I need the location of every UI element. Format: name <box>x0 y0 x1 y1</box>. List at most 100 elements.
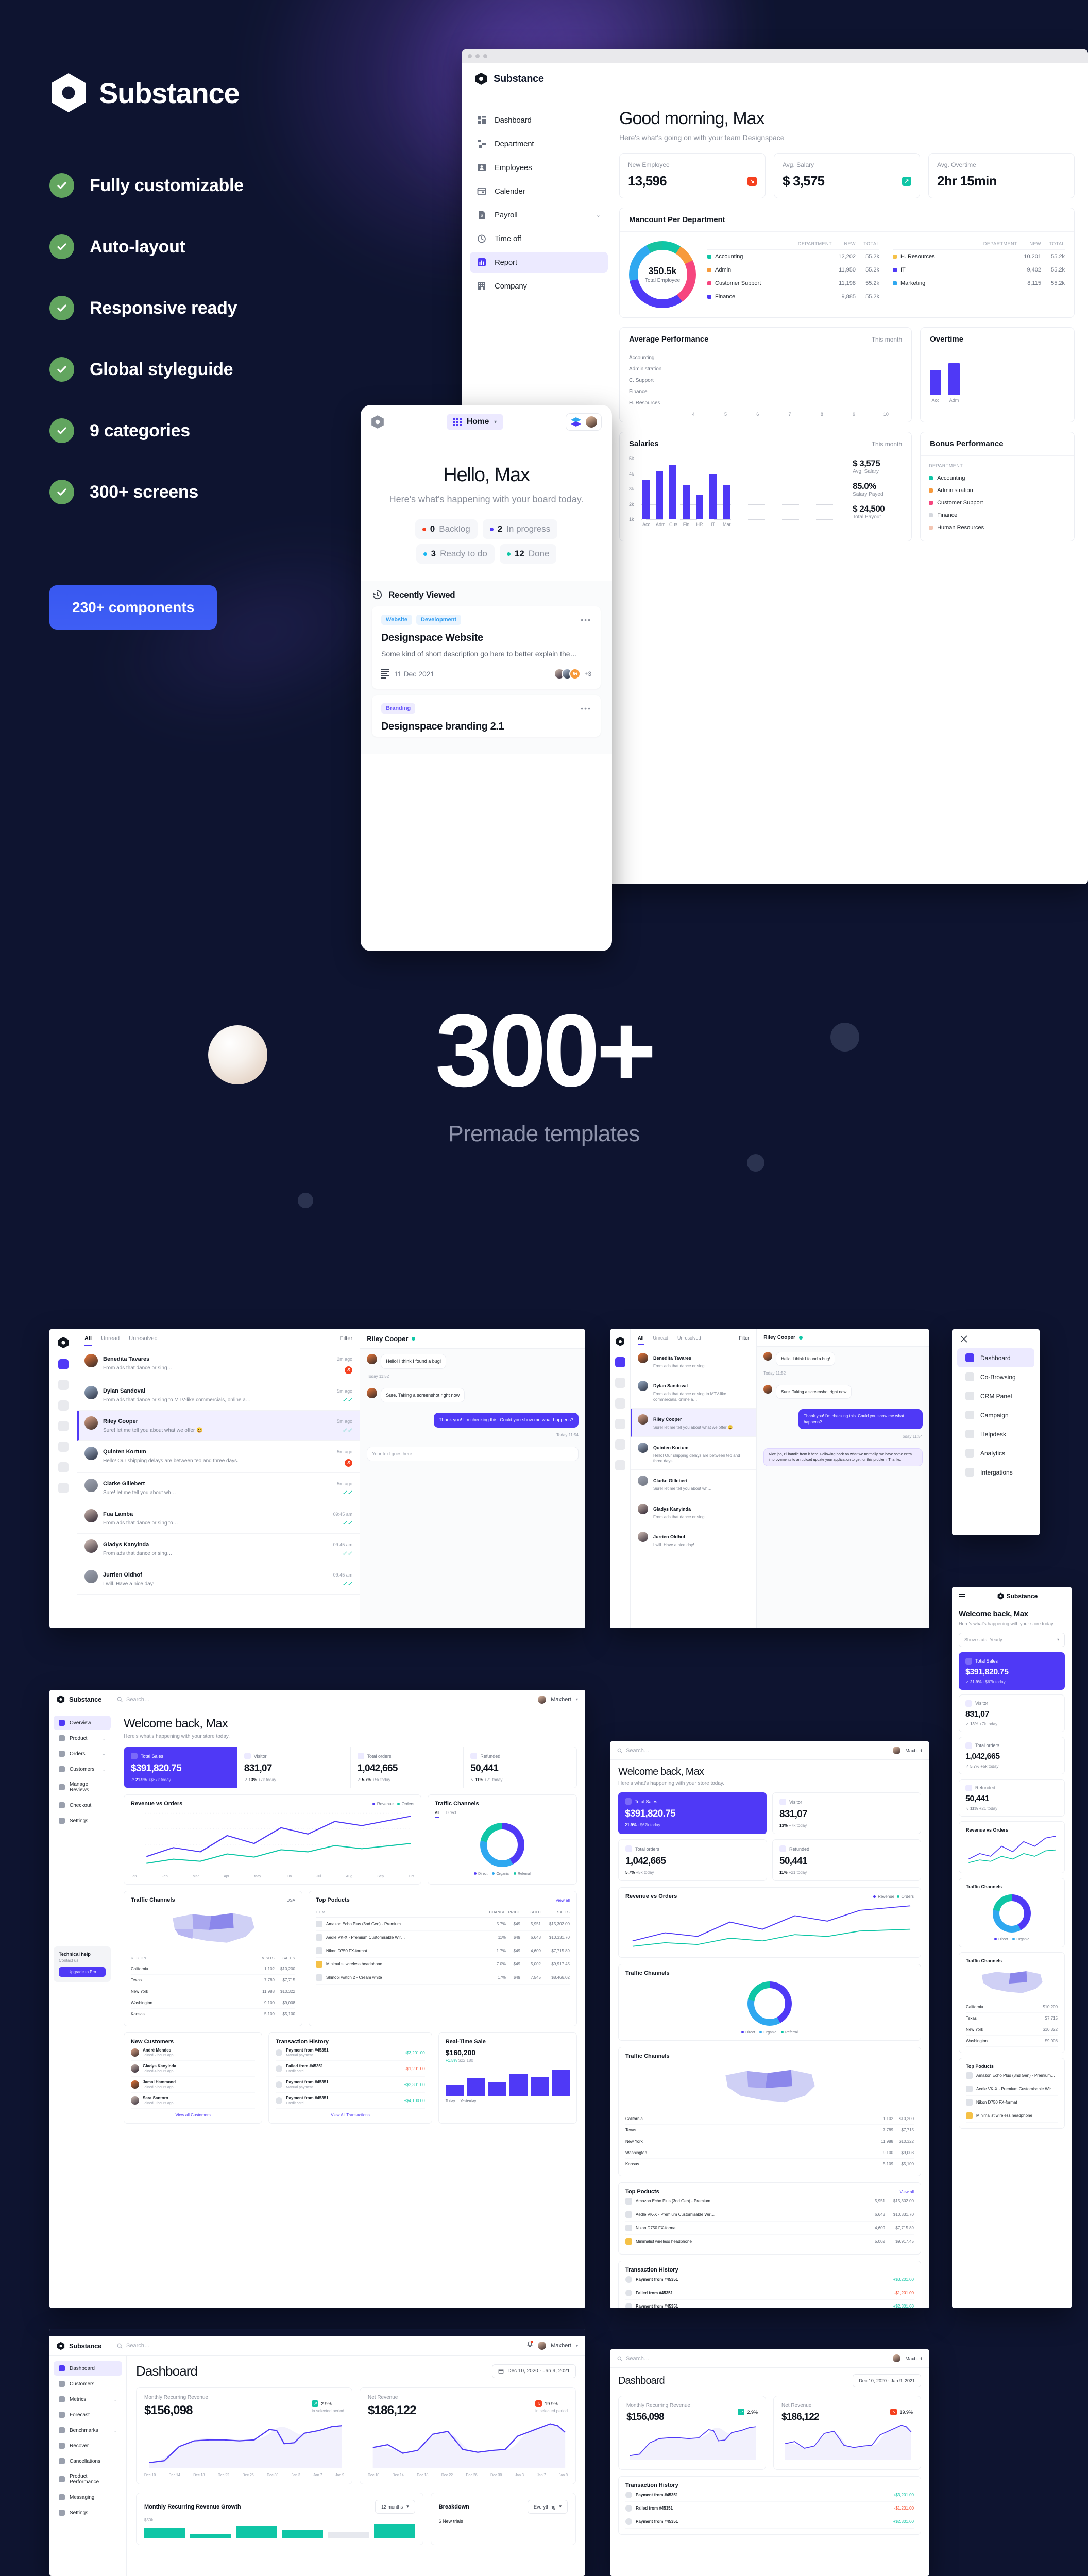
panel-item-co-browsing[interactable]: Co-Browsing <box>957 1367 1034 1386</box>
tab-unresolved[interactable]: Unresolved <box>129 1335 158 1342</box>
question-icon[interactable] <box>58 1442 69 1452</box>
more-options-icon[interactable]: ••• <box>581 616 591 623</box>
user-name[interactable]: Maxbert <box>905 1748 922 1753</box>
list-item[interactable]: Dylan Sandoval From ads that dance or sin… <box>77 1380 360 1411</box>
sidebar-item-settings[interactable]: Settings <box>54 1814 111 1828</box>
ecommerce-tablet-screenshot[interactable]: Search… Maxbert Welcome back, Max Here's… <box>610 1741 929 2308</box>
panel-item-helpdesk[interactable]: Helpdesk <box>957 1425 1034 1444</box>
view-all-transactions-link[interactable]: View All Transactions <box>276 2113 425 2117</box>
code-icon[interactable] <box>58 1483 69 1493</box>
tag[interactable]: Development <box>416 615 462 625</box>
megaphone-icon[interactable] <box>58 1421 69 1431</box>
list-item[interactable]: Riley Cooper Sure! let me tell you about … <box>77 1411 360 1441</box>
components-cta-button[interactable]: 230+ components <box>49 585 217 630</box>
user-name[interactable]: Maxbert <box>905 2356 922 2361</box>
tab-all[interactable]: All <box>84 1335 92 1346</box>
tab-unresolved[interactable]: Unresolved <box>677 1335 701 1341</box>
bar-chart-icon[interactable] <box>58 1462 69 1472</box>
panel-item-intergations[interactable]: Intergations <box>957 1463 1034 1482</box>
sidebar-item-company[interactable]: Company <box>470 276 608 296</box>
id-card-icon[interactable] <box>58 1400 69 1411</box>
sidebar-item-recover[interactable]: Recover <box>54 2438 122 2453</box>
panel-item-crm-panel[interactable]: CRM Panel <box>957 1386 1034 1405</box>
list-item[interactable]: Clarke Gillebert Sure! let me tell you ab… <box>77 1473 360 1503</box>
search-input[interactable]: Search… <box>117 2343 150 2349</box>
breakdown-filter[interactable]: Everything ▾ <box>527 2500 568 2514</box>
status-badge[interactable]: 0 Backlog <box>415 519 478 539</box>
search-input[interactable]: Search… <box>617 2355 650 2362</box>
list-item[interactable]: Jurrien Oldhof I will. Have a nice day! <box>631 1526 757 1554</box>
tab-unread[interactable]: Unread <box>101 1335 120 1342</box>
view-all-link[interactable]: View all <box>556 1898 570 1903</box>
status-badge[interactable]: 12 Done <box>499 544 557 564</box>
view-all-link[interactable]: View all <box>900 2190 914 2194</box>
sidebar-item-payroll[interactable]: $ Payroll ⌄ <box>470 205 608 225</box>
tab-unread[interactable]: Unread <box>653 1335 669 1341</box>
bar-chart-icon[interactable] <box>615 1460 625 1470</box>
close-icon[interactable] <box>960 1335 967 1343</box>
list-item[interactable]: Fua Lamba From ads that dance or sing to…… <box>77 1503 360 1534</box>
board-card-screenshot[interactable]: Home ▾ Hello, Max Here's what's happenin… <box>361 405 612 951</box>
panel-item-dashboard[interactable]: Dashboard <box>957 1348 1034 1367</box>
tag[interactable]: Branding <box>381 703 416 714</box>
sidebar-item-settings[interactable]: Settings <box>54 2505 122 2520</box>
sidebar-item-report[interactable]: Report <box>470 252 608 273</box>
sidebar-item-customers[interactable]: Customers ⌄ <box>54 1762 111 1776</box>
list-item[interactable]: Riley Cooper Sure! let me tell you about … <box>631 1409 757 1437</box>
panel-item-campaign[interactable]: Campaign <box>957 1405 1034 1425</box>
account-control[interactable] <box>565 413 602 431</box>
filter-button[interactable]: Filter <box>739 1335 749 1341</box>
user-name[interactable]: Maxbert <box>551 1697 571 1703</box>
saas-dashboard-screenshot[interactable]: Substance Search… Maxbert ▾ Dashboard Cu… <box>49 2329 585 2576</box>
megaphone-icon[interactable] <box>615 1419 625 1429</box>
chat-screenshot[interactable]: All Unread Unresolved Filter Benedita Ta… <box>49 1329 585 1628</box>
period-select[interactable]: This month <box>872 440 902 448</box>
view-all-customers-link[interactable]: View all Customers <box>131 2113 255 2117</box>
ecommerce-dashboard-screenshot[interactable]: Substance Search… Maxbert ▾ Overview Pro… <box>49 1690 585 2308</box>
sidebar-item-metrics[interactable]: Metrics ⌄ <box>54 2392 122 2406</box>
sidebar-item-cancellations[interactable]: Cancellations <box>54 2454 122 2468</box>
list-item[interactable]: Quinten Kortum Hello! Our shipping delays… <box>631 1437 757 1470</box>
list-item[interactable]: Jurrien Oldhof I will. Have a nice day! 09… <box>77 1564 360 1595</box>
search-input[interactable]: Search… <box>617 1748 650 1754</box>
chevron-down-icon[interactable]: ▾ <box>576 1697 578 1702</box>
user-name[interactable]: Maxbert <box>551 2343 571 2349</box>
region-filter[interactable]: USA <box>287 1898 295 1903</box>
avatar[interactable] <box>893 2354 901 2362</box>
sidebar-item-time-off[interactable]: Time off <box>470 228 608 249</box>
sidebar-item-orders[interactable]: Orders ⌄ <box>54 1747 111 1761</box>
sidebar-item-manage-reviews[interactable]: Manage Reviews <box>54 1777 111 1797</box>
date-range-picker[interactable]: Dec 10, 2020 - Jan 9, 2021 <box>492 2364 576 2378</box>
sidebar-item-product-performance[interactable]: Product Performance <box>54 2469 122 2489</box>
list-item[interactable]: Clarke Gillebert Sure! let me tell you ab… <box>631 1470 757 1498</box>
sidebar-item-customers[interactable]: Customers <box>54 2377 122 2391</box>
upgrade-button[interactable]: Upgrade to Pro <box>59 1967 106 1977</box>
project-card[interactable]: Branding ••• Designspace branding 2.1 <box>372 695 601 737</box>
message-composer[interactable]: Your text goes here… <box>367 1446 579 1462</box>
date-range-picker[interactable]: Dec 10, 2020 - Jan 9, 2021 <box>853 2374 921 2387</box>
question-icon[interactable] <box>615 1439 625 1450</box>
notifications-bell-icon[interactable] <box>526 2341 534 2350</box>
tag[interactable]: Website <box>381 615 412 625</box>
status-badge[interactable]: 2 In progress <box>482 519 558 539</box>
sidebar-item-benchmarks[interactable]: Benchmarks ⌄ <box>54 2423 122 2437</box>
sidebar-item-product[interactable]: Product ⌄ <box>54 1731 111 1745</box>
menu-icon[interactable] <box>959 1594 965 1599</box>
avatar-initials[interactable]: IH <box>569 668 581 680</box>
panel-item-analytics[interactable]: Analytics <box>957 1444 1034 1463</box>
list-item[interactable]: Benedita Tavares From ads that dance or s… <box>631 1347 757 1376</box>
composer-row[interactable]: Your text goes here… <box>360 1442 585 1467</box>
globe-icon[interactable] <box>615 1378 625 1388</box>
legend-yesterday[interactable]: Yesterday <box>460 2099 476 2103</box>
tab-all[interactable]: All <box>638 1335 644 1345</box>
chevron-down-icon[interactable]: ▾ <box>576 2344 578 2348</box>
window-minimize-dot[interactable] <box>475 54 480 58</box>
avatar[interactable] <box>538 2342 547 2350</box>
sidebar-item-department[interactable]: Department <box>470 133 608 154</box>
sidebar-item-messaging[interactable]: Messaging <box>54 2490 122 2504</box>
window-maximize-dot[interactable] <box>483 54 487 58</box>
sidebar-item-employees[interactable]: Employees <box>470 157 608 178</box>
sidebar-item-forecast[interactable]: Forecast <box>54 2408 122 2422</box>
stats-period-select[interactable]: Show stats: Yearly ▾ <box>959 1632 1065 1647</box>
avatar[interactable] <box>893 1747 901 1754</box>
